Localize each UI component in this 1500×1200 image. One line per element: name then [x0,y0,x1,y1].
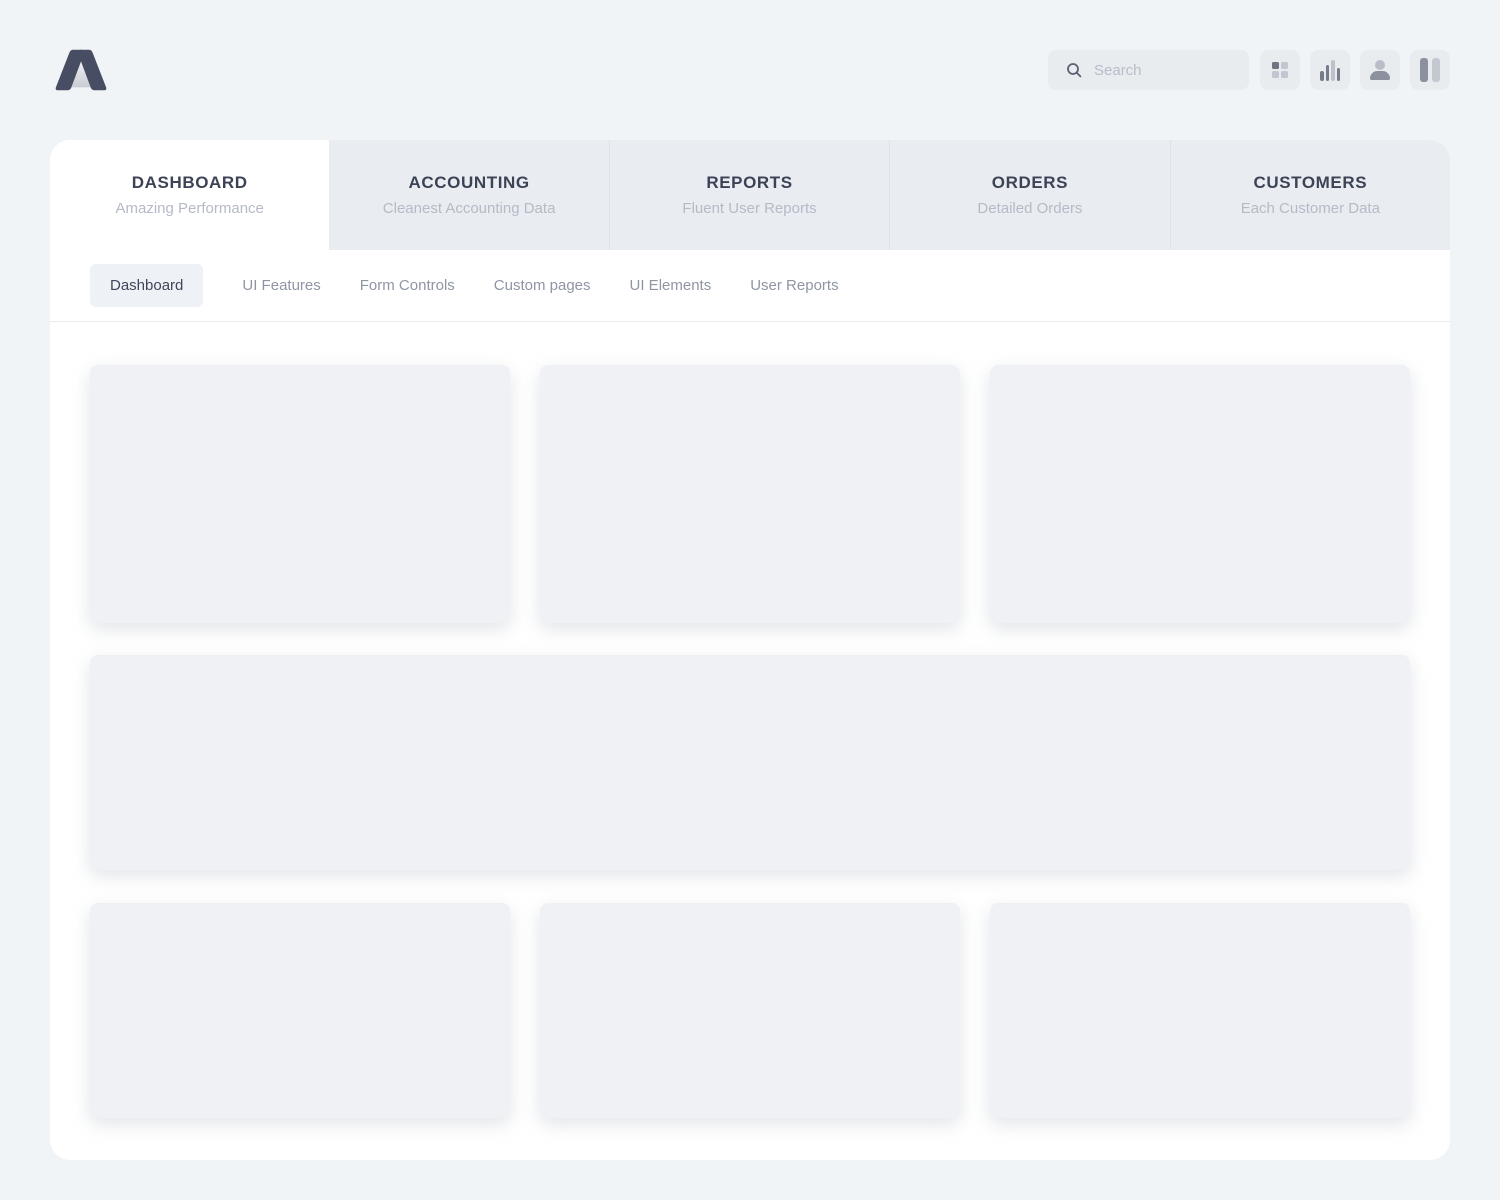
search-input[interactable] [1094,62,1234,79]
tab-subtitle: Amazing Performance [116,200,264,217]
tab-title: ACCOUNTING [409,173,530,193]
subnav-item-form-controls[interactable]: Form Controls [360,264,455,307]
tab-customers[interactable]: CUSTOMERS Each Customer Data [1170,140,1450,250]
tab-subtitle: Each Customer Data [1241,200,1380,217]
columns-view-button[interactable] [1410,50,1450,90]
main-panel: DASHBOARD Amazing Performance ACCOUNTING… [50,140,1450,1160]
tab-title: REPORTS [706,173,792,193]
sub-navigation: Dashboard UI Features Form Controls Cust… [50,250,1450,322]
search-box[interactable] [1048,50,1249,90]
tab-reports[interactable]: REPORTS Fluent User Reports [609,140,889,250]
columns-icon [1420,58,1440,82]
placeholder-card [990,903,1410,1118]
analytics-button[interactable] [1310,50,1350,90]
placeholder-card-wide [90,655,1410,870]
user-icon [1370,60,1390,80]
placeholder-card [90,903,510,1118]
brand-logo[interactable] [52,47,110,93]
card-row-top [90,365,1410,623]
tab-title: DASHBOARD [132,173,248,193]
section-tabs: DASHBOARD Amazing Performance ACCOUNTING… [50,140,1450,250]
tab-dashboard[interactable]: DASHBOARD Amazing Performance [50,140,329,250]
tab-subtitle: Cleanest Accounting Data [383,200,556,217]
subnav-item-custom-pages[interactable]: Custom pages [494,264,591,307]
placeholder-card [990,365,1410,623]
placeholder-card [540,365,960,623]
header-actions [1048,50,1450,90]
card-row-bottom [90,903,1410,1118]
app-header [0,0,1500,140]
grid-icon [1272,62,1288,78]
search-icon [1066,62,1082,78]
dashboard-content [50,322,1450,1160]
subnav-item-ui-features[interactable]: UI Features [242,264,320,307]
bar-chart-icon [1320,60,1340,81]
tab-subtitle: Fluent User Reports [682,200,816,217]
grid-layout-button[interactable] [1260,50,1300,90]
tab-orders[interactable]: ORDERS Detailed Orders [889,140,1169,250]
placeholder-card [90,365,510,623]
profile-button[interactable] [1360,50,1400,90]
placeholder-card [540,903,960,1118]
tab-accounting[interactable]: ACCOUNTING Cleanest Accounting Data [329,140,608,250]
tab-subtitle: Detailed Orders [977,200,1082,217]
tab-title: ORDERS [992,173,1068,193]
tab-title: CUSTOMERS [1253,173,1367,193]
subnav-item-dashboard[interactable]: Dashboard [90,264,203,307]
subnav-item-ui-elements[interactable]: UI Elements [630,264,712,307]
subnav-item-user-reports[interactable]: User Reports [750,264,838,307]
